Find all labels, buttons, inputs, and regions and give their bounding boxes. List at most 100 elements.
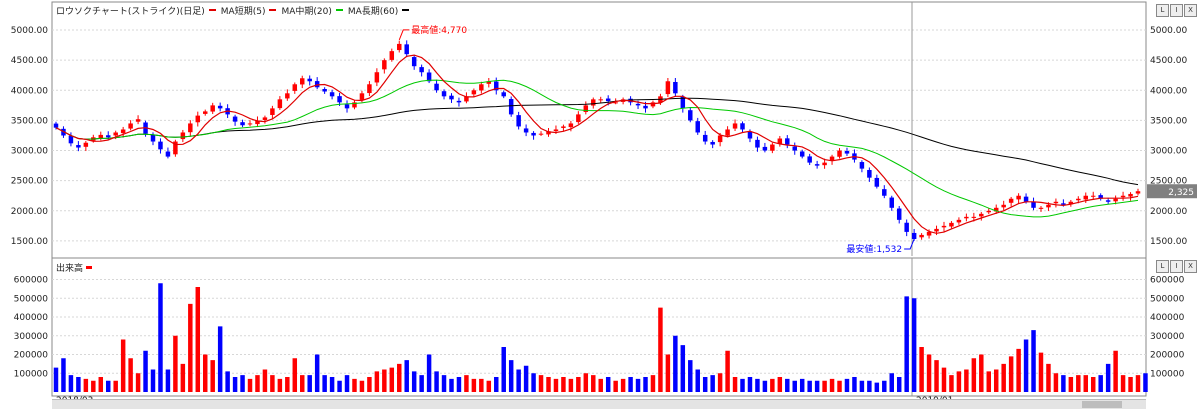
volume-bar <box>814 380 820 392</box>
panel-button-i[interactable]: I <box>1170 4 1183 17</box>
volume-bar <box>568 378 574 392</box>
price-tick-label-right: 5000.00 <box>1150 26 1187 36</box>
price-tick-label-left: 3500.00 <box>11 116 48 126</box>
volume-bar <box>680 345 686 392</box>
candle-body <box>553 129 559 132</box>
candle-body <box>307 78 312 82</box>
candle-body <box>1128 193 1133 197</box>
candle-body <box>389 51 395 60</box>
candle-body <box>314 81 320 88</box>
candle-body <box>404 44 409 55</box>
price-tick-label-left: 5000.00 <box>11 26 48 36</box>
volume-tick-label-left: 300000 <box>14 332 49 342</box>
volume-bar <box>449 378 454 392</box>
panel-button-x[interactable]: X <box>1184 4 1197 17</box>
volume-bar <box>658 307 663 392</box>
volume-bar <box>867 380 872 392</box>
volume-bar <box>329 377 335 392</box>
volume-bar <box>799 378 805 392</box>
candle-body <box>538 133 544 135</box>
candle-body <box>896 208 902 220</box>
volume-bar <box>404 360 409 392</box>
candle-body <box>1105 200 1111 202</box>
volume-bar <box>546 377 551 392</box>
ma-long-label: MA長期(60) <box>347 6 399 17</box>
price-tick-label-right: 3000.00 <box>1150 147 1187 157</box>
volume-bar <box>1120 375 1126 392</box>
candle-body <box>1008 198 1014 203</box>
volume-bar <box>173 335 178 392</box>
current-price-label: 2,325 <box>1168 188 1194 198</box>
candle-body <box>591 99 596 106</box>
price-tick-label-left: 4500.00 <box>11 56 48 66</box>
volume-bar <box>1105 363 1111 392</box>
candle-body <box>322 89 327 92</box>
volume-bar <box>255 375 260 392</box>
volume-bar <box>919 347 924 392</box>
volume-bar <box>747 377 753 392</box>
volume-bar <box>76 377 81 392</box>
volume-tick-label-right: 400000 <box>1150 313 1185 323</box>
panel-button-i[interactable]: I <box>1170 260 1183 273</box>
volume-bar <box>68 375 74 392</box>
price-panel-buttons: L I X <box>1156 4 1197 17</box>
volume-bar <box>479 378 484 392</box>
candle-body <box>337 96 342 103</box>
candle-body <box>889 197 894 208</box>
candle-body <box>710 141 715 145</box>
volume-tick-label-left: 100000 <box>14 369 49 379</box>
volume-bar <box>695 369 700 392</box>
volume-bar <box>598 378 603 392</box>
candle-body <box>76 145 81 148</box>
price-tick-label-left: 2000.00 <box>11 207 48 217</box>
volume-bar <box>1016 348 1021 392</box>
candle-body <box>702 134 708 142</box>
volume-bar <box>426 354 432 392</box>
volume-bar <box>896 377 902 392</box>
candle-body <box>822 162 827 166</box>
candle-body <box>150 134 156 142</box>
volume-bar <box>934 360 939 392</box>
volume-bar <box>285 377 290 392</box>
candle-body <box>292 84 298 91</box>
panel-button-x[interactable]: X <box>1184 260 1197 273</box>
panel-button-l[interactable]: L <box>1156 260 1169 273</box>
volume-tick-label-left: 400000 <box>14 313 49 323</box>
volume-bar <box>165 369 171 392</box>
volume-bar <box>1023 339 1029 392</box>
volume-bar <box>464 375 469 392</box>
candle-body <box>755 139 760 148</box>
candle-body <box>374 72 380 83</box>
volume-bar <box>591 375 596 392</box>
candle-body <box>434 83 439 91</box>
price-tick-label-right: 2000.00 <box>1150 207 1187 217</box>
volume-bar <box>949 375 954 392</box>
volume-bar <box>702 377 708 392</box>
volume-bar <box>374 371 380 392</box>
volume-bar <box>1001 363 1006 392</box>
scrollbar-thumb[interactable] <box>1082 401 1122 408</box>
volume-bar <box>1068 377 1074 392</box>
volume-bar <box>964 369 969 392</box>
volume-bar <box>1090 377 1096 392</box>
panel-button-l[interactable]: L <box>1156 4 1169 17</box>
volume-bar <box>1135 375 1141 392</box>
volume-bar <box>725 350 730 392</box>
volume-bar <box>314 354 320 392</box>
volume-bar <box>993 369 999 392</box>
candle-body <box>382 60 387 70</box>
volume-bar <box>740 378 745 392</box>
ma-mid-swatch <box>269 9 277 11</box>
candle-body <box>904 222 909 232</box>
volume-bar <box>397 363 402 392</box>
volume-panel-buttons: L I X <box>1156 260 1197 273</box>
candle-body <box>105 135 111 138</box>
candle-body <box>882 189 887 196</box>
volume-bar <box>650 375 656 392</box>
volume-bar <box>143 350 148 392</box>
candle-body <box>971 216 977 218</box>
candle-body <box>367 84 372 94</box>
candle-body <box>673 81 678 94</box>
candle-body <box>717 135 723 143</box>
candle-body <box>53 123 59 128</box>
